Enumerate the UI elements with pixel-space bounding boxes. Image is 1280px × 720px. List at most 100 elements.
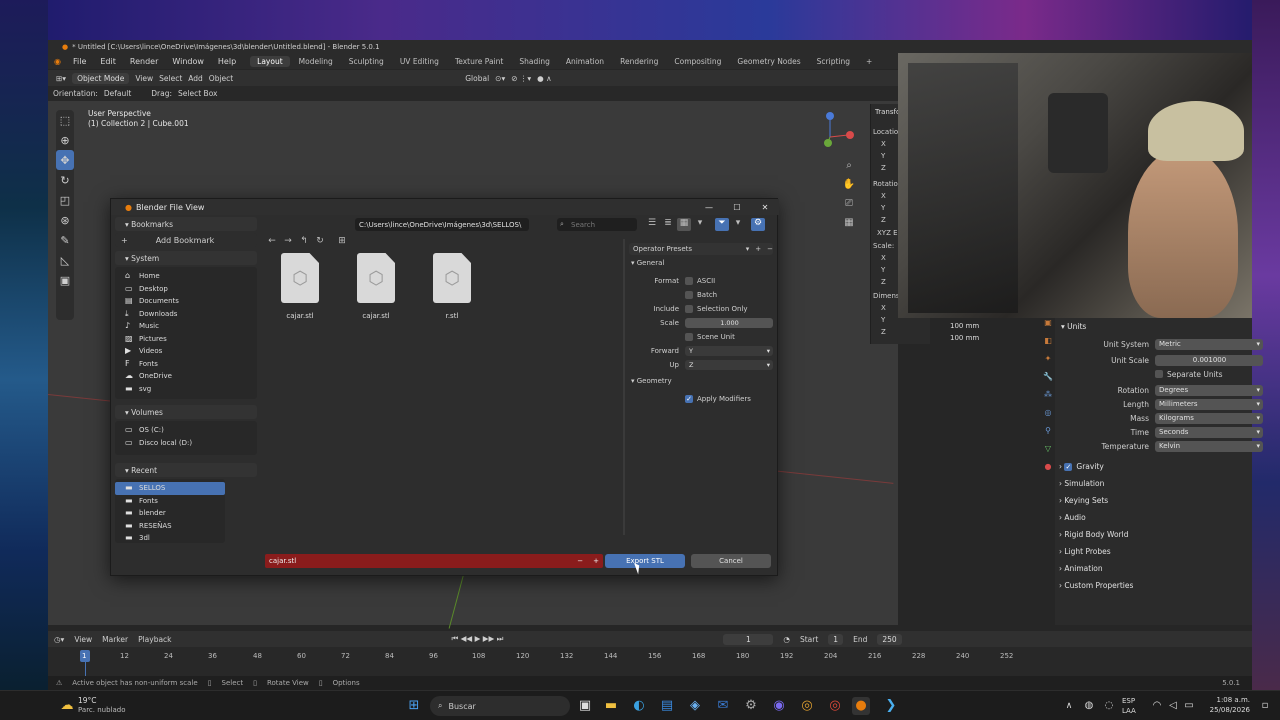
gizmo-y-icon[interactable] — [824, 139, 832, 147]
file-item[interactable]: ⬡ r.stl — [427, 253, 477, 320]
location-y-field[interactable]: Y — [881, 152, 885, 160]
scale-y-field[interactable]: Y — [881, 266, 885, 274]
general-section-header[interactable]: ▾ General — [629, 257, 773, 269]
rotation-mode[interactable]: XYZ E — [877, 229, 898, 237]
view-dropdown-icon[interactable]: ▾ — [693, 218, 707, 231]
detail-view-icon[interactable]: ≣ — [661, 218, 675, 231]
snap-icon[interactable]: ⊘ ⋮▾ — [511, 74, 531, 83]
filter-icon[interactable]: ⏷ — [715, 218, 729, 231]
presets-dropdown-icon[interactable]: ▾ — [746, 245, 750, 253]
app-icon[interactable]: ◈ — [686, 697, 704, 715]
render-tab-icon[interactable]: ◧ — [1041, 336, 1055, 354]
system-item-fonts[interactable]: F Fonts — [115, 358, 257, 371]
tab-layout[interactable]: Layout — [250, 56, 290, 67]
minimize-icon[interactable]: — — [695, 203, 723, 212]
recent-item-blender[interactable]: ▬ blender — [115, 507, 225, 520]
audio-panel[interactable]: › Audio — [1059, 513, 1086, 522]
data-tab-icon[interactable]: ▽ — [1041, 444, 1055, 462]
panel-divider[interactable] — [623, 239, 625, 535]
timeline-editor-icon[interactable]: ◷▾ — [54, 635, 64, 644]
tab-geometry-nodes[interactable]: Geometry Nodes — [730, 56, 807, 67]
dimension-z-value[interactable]: 100 mm — [950, 334, 979, 342]
thumbnail-view-icon[interactable]: ▦ — [677, 218, 691, 231]
apply-modifiers-checkbox[interactable]: ✓ — [685, 395, 693, 403]
particles-tab-icon[interactable]: ⁂ — [1041, 390, 1055, 408]
transform-orientation[interactable]: Global — [465, 74, 489, 83]
settings-icon[interactable]: ⚙ — [742, 697, 760, 715]
edge-icon[interactable]: ◐ — [630, 697, 648, 715]
tray-app-icon[interactable]: ◍ — [1080, 697, 1098, 715]
filter-dropdown-icon[interactable]: ▾ — [731, 218, 745, 231]
separate-units-checkbox[interactable] — [1155, 370, 1163, 378]
grid-icon[interactable]: ▦ — [841, 217, 857, 236]
playback-controls-icon[interactable]: ⏮ ◀◀ ▶ ▶▶ ⏭ — [452, 634, 504, 644]
object-menu[interactable]: Object — [209, 74, 233, 83]
weather-icon[interactable]: ☁ — [58, 697, 76, 715]
add-menu[interactable]: Add — [188, 74, 203, 83]
remove-preset-icon[interactable]: − — [767, 245, 773, 253]
forward-dropdown[interactable]: Y ▾ — [685, 346, 773, 356]
store-icon[interactable]: ▤ — [658, 697, 676, 715]
pivot-icon[interactable]: ⊙▾ — [495, 74, 505, 83]
battery-icon[interactable]: ▭ — [1180, 697, 1198, 715]
proportional-icon[interactable]: ● ∧ — [537, 74, 551, 83]
location-z-field[interactable]: Z — [881, 164, 886, 172]
maximize-icon[interactable]: ☐ — [723, 203, 751, 212]
pan-icon[interactable]: ✋ — [841, 179, 857, 198]
time-units-dropdown[interactable]: Seconds ▾ — [1155, 426, 1263, 438]
file-browser-area[interactable]: ← → ↰ ↻ ⊞ C:\Users\lince\OneDrive\Imágen… — [261, 217, 765, 555]
rotation-z-field[interactable]: Z — [881, 216, 886, 224]
operator-presets-row[interactable]: Operator Presets ▾ + − — [629, 243, 773, 255]
menu-file[interactable]: File — [67, 56, 92, 67]
location-x-field[interactable]: X — [881, 140, 886, 148]
ascii-checkbox[interactable] — [685, 277, 693, 285]
cursor-tool-icon[interactable]: ⊕ — [56, 130, 74, 150]
recent-item-sellos[interactable]: ▬ SELLOS — [115, 482, 225, 495]
mode-selector[interactable]: Object Mode — [72, 72, 130, 84]
system-item-pictures[interactable]: ▨ Pictures — [115, 333, 257, 346]
decrement-icon[interactable]: − — [577, 557, 583, 565]
discord-icon[interactable]: ◉ — [770, 697, 788, 715]
scale-field[interactable]: 1.000 — [685, 318, 773, 328]
tool-tab-icon[interactable]: ✦ — [1041, 354, 1055, 372]
settings-gear-icon[interactable]: ⚙ — [751, 218, 765, 231]
scale-z-field[interactable]: Z — [881, 278, 886, 286]
custom-properties-panel[interactable]: › Custom Properties — [1059, 581, 1133, 590]
add-bookmark-button[interactable]: + Add Bookmark — [115, 233, 257, 247]
selection-only-checkbox[interactable] — [685, 305, 693, 313]
refresh-icon[interactable]: ↻ — [313, 236, 327, 249]
orientation-dropdown[interactable]: Default — [104, 89, 131, 98]
chrome-icon[interactable]: ◎ — [798, 697, 816, 715]
forward-icon[interactable]: → — [281, 236, 295, 249]
up-dropdown[interactable]: Z ▾ — [685, 360, 773, 370]
tab-animation[interactable]: Animation — [559, 56, 611, 67]
add-preset-icon[interactable]: + — [755, 245, 761, 253]
tab-texture-paint[interactable]: Texture Paint — [448, 56, 510, 67]
rotation-units-dropdown[interactable]: Degrees ▾ — [1155, 384, 1263, 396]
system-item-desktop[interactable]: ▭ Desktop — [115, 283, 257, 296]
gravity-panel[interactable]: › ✓ Gravity — [1059, 462, 1104, 471]
taskbar-search[interactable]: ⌕ Buscar — [430, 696, 570, 716]
simulation-panel[interactable]: › Simulation — [1059, 479, 1104, 488]
scale-tool-icon[interactable]: ◰ — [56, 190, 74, 210]
batch-checkbox[interactable] — [685, 291, 693, 299]
zoom-icon[interactable]: ⌕ — [841, 160, 857, 179]
timeline-marker-menu[interactable]: Marker — [102, 635, 128, 644]
dimensions-x-field[interactable]: X — [881, 304, 886, 312]
keying-sets-panel[interactable]: › Keying Sets — [1059, 496, 1108, 505]
move-tool-icon[interactable]: ✥ — [56, 150, 74, 170]
physics-tab-icon[interactable]: ◎ — [1041, 408, 1055, 426]
system-item-documents[interactable]: ▤ Documents — [115, 295, 257, 308]
menu-render[interactable]: Render — [124, 56, 164, 67]
recent-header[interactable]: ▾ Recent — [115, 463, 257, 477]
cancel-button[interactable]: Cancel — [691, 554, 771, 568]
vscode-icon[interactable]: ❯ — [882, 697, 900, 715]
windows-start-icon[interactable]: ⊞ — [405, 697, 423, 715]
gravity-checkbox[interactable]: ✓ — [1064, 463, 1073, 471]
file-item[interactable]: ⬡ cajar.stl — [275, 253, 325, 320]
list-view-icon[interactable]: ☰ — [645, 218, 659, 231]
end-frame-field[interactable]: 250 — [877, 633, 902, 645]
system-item-home[interactable]: ⌂ Home — [115, 270, 257, 283]
tray-app2-icon[interactable]: ◌ — [1100, 697, 1118, 715]
material-tab-icon[interactable]: ● — [1041, 462, 1055, 480]
